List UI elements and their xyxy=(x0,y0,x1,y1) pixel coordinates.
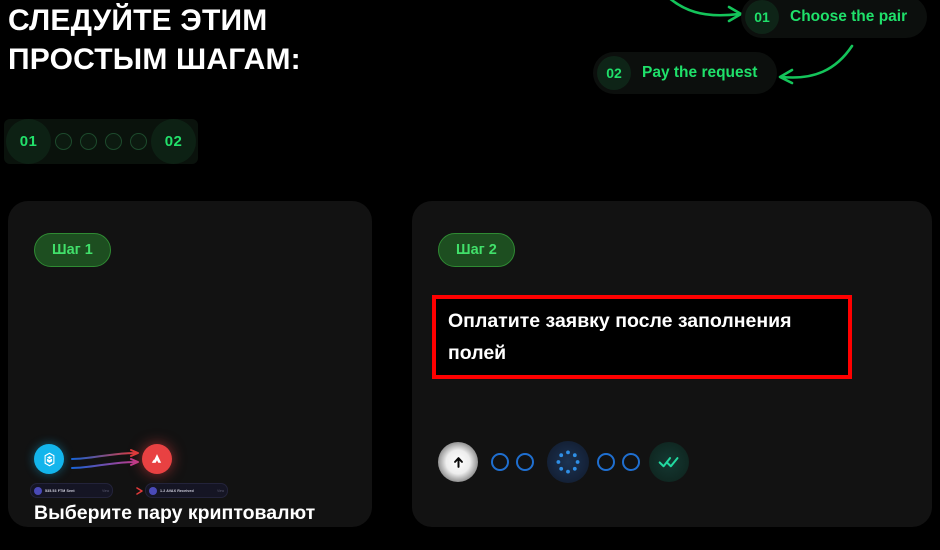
transaction-arrow-icon xyxy=(114,487,143,495)
ring-icon xyxy=(622,453,640,471)
page-title-line-2: ПРОСТЫМ ШАГАМ: xyxy=(8,42,301,76)
transaction-chip-sent: 535.53 FTM Sent View xyxy=(30,483,113,498)
step-badge-2: Шаг 2 xyxy=(438,233,515,267)
ring-icon xyxy=(597,453,615,471)
double-check-icon xyxy=(649,442,689,482)
step-badge-1: Шаг 1 xyxy=(34,233,111,267)
step-strip-dot xyxy=(80,133,97,150)
ring-icon xyxy=(491,453,509,471)
page-title: СЛЕДУЙТЕ ЭТИМ ПРОСТЫМ ШАГАМ: xyxy=(8,2,528,79)
step-card-1-title: Выберите пару криптовалют xyxy=(34,502,316,524)
step-strip-end: 02 xyxy=(151,119,196,164)
curved-arrow-to-step-2-icon xyxy=(778,44,854,85)
chain-dot-icon xyxy=(34,486,42,495)
curved-arrow-to-step-1-icon xyxy=(669,0,743,23)
pill-number: 01 xyxy=(745,0,779,34)
transaction-chip-tag: View xyxy=(217,488,224,493)
fantom-coin-icon xyxy=(34,444,64,474)
transaction-chip-received: 1.2 AVAX Received View xyxy=(145,483,228,498)
step-strip-dot xyxy=(105,133,122,150)
transaction-chip-row: 535.53 FTM Sent View 1.2 AVAX Received V… xyxy=(30,483,228,498)
avalanche-coin-icon xyxy=(142,444,172,474)
page-root: СЛЕДУЙТЕ ЭТИМ ПРОСТЫМ ШАГАМ: 01 02 01 Ch… xyxy=(0,0,940,550)
pill-pay-the-request[interactable]: 02 Pay the request xyxy=(593,52,778,94)
ring-icon xyxy=(516,453,534,471)
payment-status-graphic xyxy=(438,439,689,485)
red-highlight-box: Оплатите заявку после заполнения полей xyxy=(432,295,852,379)
pill-choose-the-pair[interactable]: 01 Choose the pair xyxy=(741,0,928,38)
transaction-chip-text: 535.53 FTM Sent xyxy=(45,488,75,493)
transfer-arrows-icon xyxy=(71,449,139,469)
loading-spinner-icon xyxy=(547,441,589,483)
step-card-2-title: Оплатите заявку после заполнения полей xyxy=(448,309,792,364)
page-title-line-1: СЛЕДУЙТЕ ЭТИМ xyxy=(8,4,268,37)
step-card-2[interactable]: Шаг 2 Оплатите заявку после заполнения п… xyxy=(412,201,932,527)
step-strip-start: 01 xyxy=(6,119,51,164)
step-strip-dot xyxy=(130,133,147,150)
transaction-chip-tag: View xyxy=(102,488,109,493)
step-progress-strip: 01 02 xyxy=(4,119,198,164)
pill-number: 02 xyxy=(597,56,631,90)
upload-arrow-icon xyxy=(438,442,478,482)
chain-dot-icon xyxy=(149,486,157,495)
transaction-chip-text: 1.2 AVAX Received xyxy=(160,488,194,493)
pill-label: Choose the pair xyxy=(790,8,908,25)
pill-label: Pay the request xyxy=(642,64,758,81)
step-strip-dot xyxy=(55,133,72,150)
swap-pair-graphic xyxy=(34,444,174,480)
step-card-1[interactable]: Шаг 1 Выберите пару криптовалют Например… xyxy=(8,201,372,527)
